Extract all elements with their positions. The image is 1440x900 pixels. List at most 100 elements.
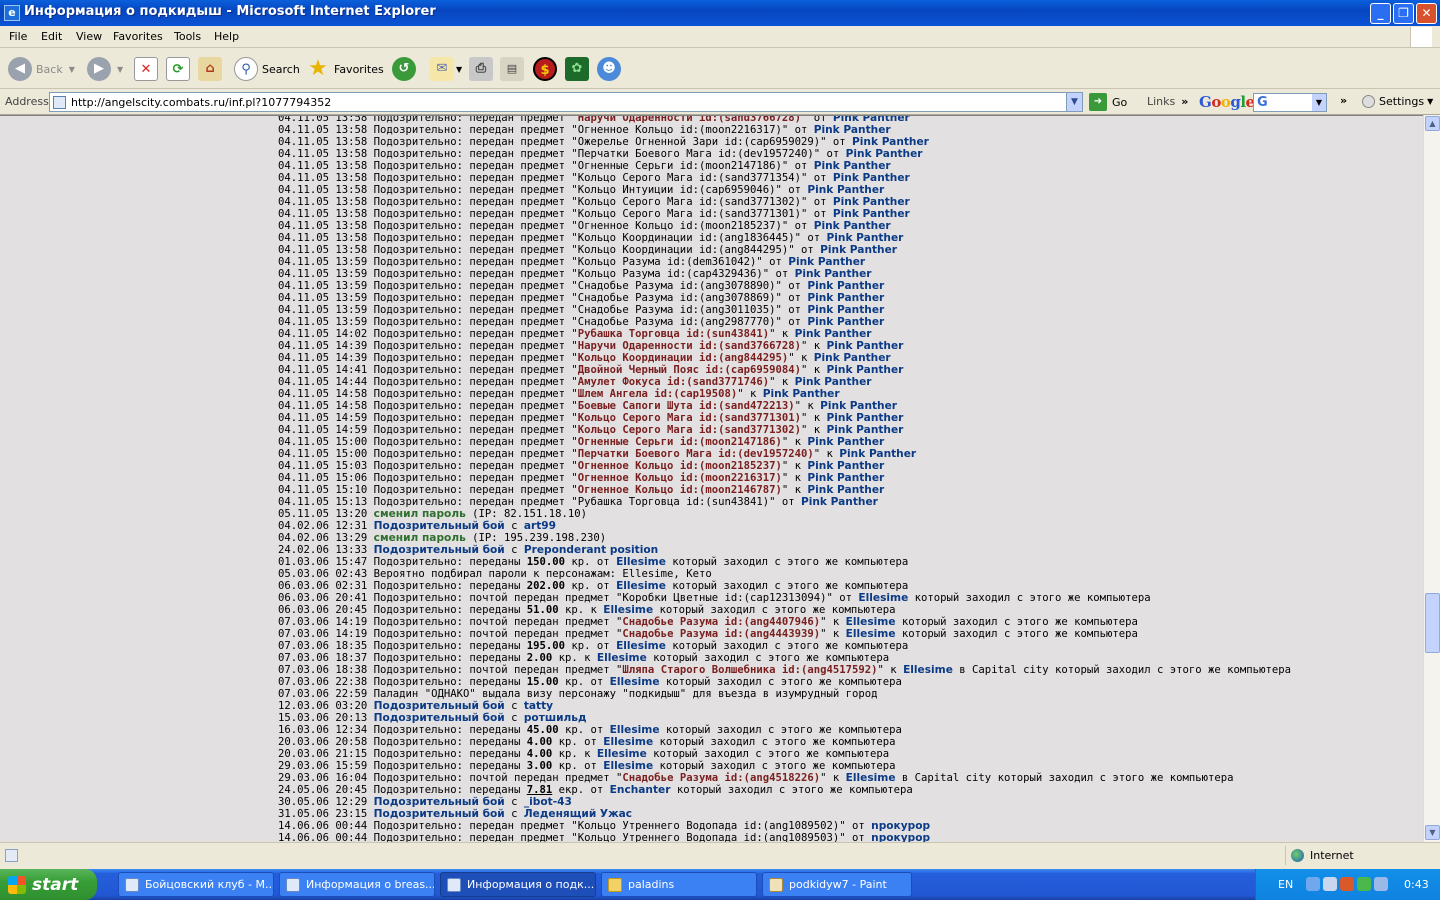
address-url[interactable]: http://angelscity.combats.ru/inf.pl?1077… (71, 96, 331, 109)
scroll-up-icon[interactable]: ▲ (1425, 116, 1440, 131)
menu-file[interactable]: File (9, 30, 27, 43)
maximize-button[interactable]: ❐ (1393, 3, 1414, 24)
menu-favorites[interactable]: Favorites (113, 30, 163, 43)
character-link[interactable]: Ellesime (858, 592, 908, 604)
character-link[interactable]: Ellesime (616, 640, 666, 652)
character-link[interactable]: Pink Panther (807, 484, 884, 496)
refresh-button[interactable]: ⟳ (166, 54, 190, 84)
character-link[interactable]: Pink Panther (807, 280, 884, 292)
print-button[interactable]: ⎙ (469, 54, 493, 84)
character-link[interactable]: Pink Panther (788, 256, 865, 268)
task-button-paint[interactable]: podkidyw7 - Paint (762, 872, 912, 897)
character-link[interactable]: Ellesime (846, 772, 896, 784)
amount-link[interactable]: 7.81 (527, 784, 553, 796)
history-button[interactable]: ↺ (392, 54, 416, 84)
character-link[interactable]: Ellesime (903, 664, 953, 676)
tray-flower-icon[interactable] (1357, 877, 1371, 891)
menu-edit[interactable]: Edit (41, 30, 62, 43)
forward-button[interactable]: ▶ ▼ (87, 54, 123, 84)
google-settings-button[interactable]: Settings ▼ (1362, 95, 1433, 108)
character-link[interactable]: Preponderant position (524, 544, 658, 556)
character-link[interactable]: Pink Panther (814, 124, 891, 136)
character-link[interactable]: Pink Panther (801, 496, 878, 508)
tray-star-icon[interactable] (1374, 877, 1388, 891)
close-button[interactable]: ✕ (1416, 3, 1437, 24)
character-link[interactable]: Pink Panther (852, 136, 929, 148)
language-indicator[interactable]: EN (1278, 878, 1293, 891)
character-link[interactable]: Pink Panther (807, 316, 884, 328)
character-link[interactable]: Pink Panther (795, 376, 872, 388)
edit-button[interactable]: ▤ (500, 54, 524, 84)
character-link[interactable]: Pink Panther (839, 448, 916, 460)
character-link[interactable]: Ellesime (603, 604, 653, 616)
character-link[interactable]: Ellesime (597, 652, 647, 664)
scroll-thumb[interactable] (1425, 593, 1440, 653)
character-link[interactable]: Pink Panther (833, 172, 910, 184)
mail-button[interactable]: ✉ ▼ (430, 54, 462, 84)
character-link[interactable]: Pink Panther (820, 400, 897, 412)
mail-dropdown-icon[interactable]: ▼ (456, 65, 462, 74)
character-link[interactable]: Ellesime (616, 580, 666, 592)
menu-tools[interactable]: Tools (174, 30, 201, 43)
go-button[interactable]: ➜ Go (1089, 93, 1127, 111)
messenger-button[interactable]: ☻ (597, 54, 621, 84)
task-button-info-breas[interactable]: Информация о breas... (279, 872, 435, 897)
back-dropdown-icon[interactable]: ▼ (69, 65, 75, 74)
character-link[interactable]: Pink Panther (814, 160, 891, 172)
character-link[interactable]: Pink Panther (846, 148, 923, 160)
network-icon[interactable] (1323, 877, 1337, 891)
task-button-info-podkidysh[interactable]: Информация о подк... (440, 872, 596, 897)
links-toolbar[interactable]: Links » (1147, 95, 1188, 108)
character-link[interactable]: Ellesime (846, 616, 896, 628)
favorites-button[interactable]: ★ Favorites (306, 54, 384, 84)
window-titlebar[interactable]: e Информация о подкидыш - Microsoft Inte… (0, 0, 1440, 26)
back-button[interactable]: ◀ Back ▼ (8, 54, 75, 84)
character-link[interactable]: Pink Panther (807, 460, 884, 472)
minimize-button[interactable]: _ (1370, 3, 1391, 24)
character-link[interactable]: Pink Panther (827, 232, 904, 244)
character-link[interactable]: Ellesime (616, 556, 666, 568)
character-link[interactable]: Pink Panther (807, 436, 884, 448)
task-button-paladins[interactable]: paladins (601, 872, 757, 897)
links-chevron-icon[interactable]: » (1181, 95, 1188, 108)
stop-button[interactable]: ✕ (134, 54, 158, 84)
character-link[interactable]: Enchanter (610, 784, 671, 796)
character-link[interactable]: Pink Panther (833, 208, 910, 220)
character-link[interactable]: Pink Panther (827, 364, 904, 376)
home-button[interactable]: ⌂ (198, 54, 222, 84)
character-link[interactable]: Pink Panther (814, 220, 891, 232)
search-button[interactable]: ⚲ Search (234, 54, 300, 84)
character-link[interactable]: tatty (524, 700, 553, 712)
character-link[interactable]: Pink Panther (814, 352, 891, 364)
tray-arrow-icon[interactable] (1306, 877, 1320, 891)
character-link[interactable]: nрокурор (871, 820, 930, 832)
security-zone[interactable]: Internet (1291, 849, 1354, 862)
character-link[interactable]: Pink Panther (833, 116, 910, 124)
character-link[interactable]: Pink Panther (827, 424, 904, 436)
character-link[interactable]: Pink Panther (795, 268, 872, 280)
character-link[interactable]: Ellesime (610, 676, 660, 688)
address-input[interactable]: http://angelscity.combats.ru/inf.pl?1077… (49, 92, 1083, 112)
google-search-input[interactable]: G ▼ (1253, 93, 1327, 112)
menu-help[interactable]: Help (214, 30, 239, 43)
forward-dropdown-icon[interactable]: ▼ (117, 65, 123, 74)
character-link[interactable]: ротшильд (524, 712, 587, 724)
character-link[interactable]: Ellesime (597, 748, 647, 760)
character-link[interactable]: Pink Panther (807, 184, 884, 196)
google-logo[interactable]: Google (1199, 93, 1255, 111)
character-link[interactable]: Ellesime (846, 628, 896, 640)
character-link[interactable]: Pink Panther (807, 472, 884, 484)
address-dropdown-icon[interactable]: ▼ (1066, 93, 1082, 111)
character-link[interactable]: Ellesime (610, 724, 660, 736)
character-link[interactable]: Ellesime (603, 760, 653, 772)
character-link[interactable]: Леденящий Ужас (524, 808, 632, 820)
scroll-down-icon[interactable]: ▼ (1425, 825, 1440, 840)
google-dropdown-icon[interactable]: ▼ (1312, 94, 1326, 111)
start-button[interactable]: start (0, 869, 97, 900)
character-link[interactable]: _ibot-43 (524, 796, 572, 808)
combats-button[interactable]: $ (533, 54, 557, 84)
character-link[interactable]: Pink Panther (833, 196, 910, 208)
vertical-scrollbar[interactable]: ▲ ▼ (1423, 115, 1440, 842)
google-chevron-icon[interactable]: » (1340, 94, 1347, 107)
character-link[interactable]: Pink Panther (807, 304, 884, 316)
